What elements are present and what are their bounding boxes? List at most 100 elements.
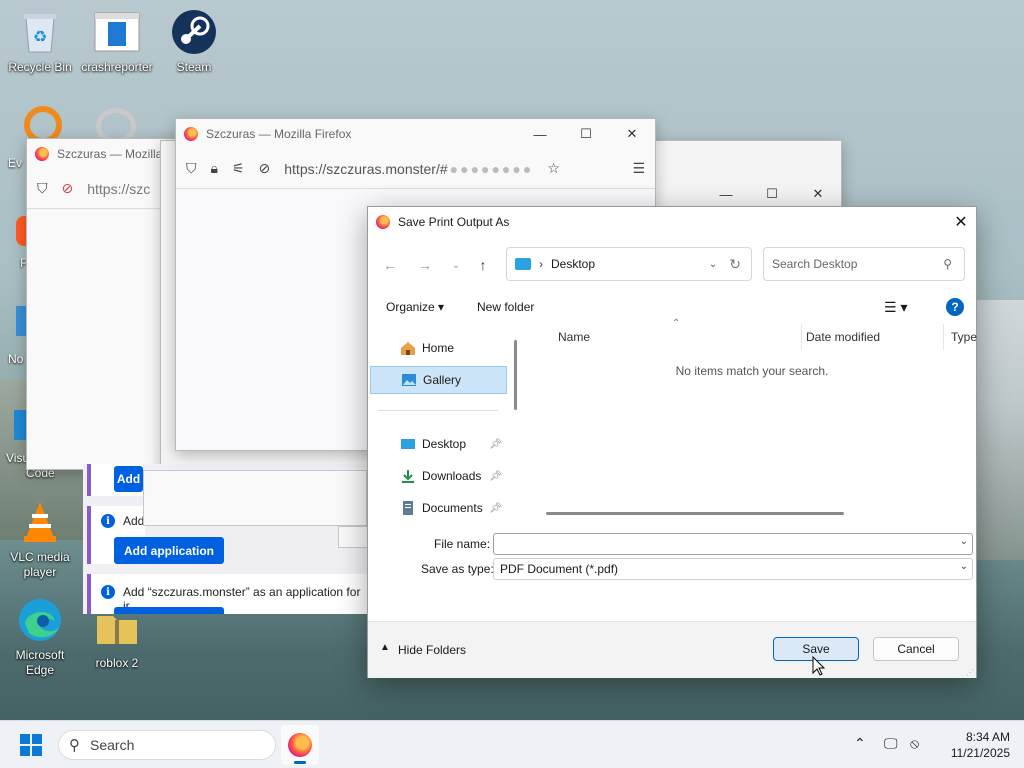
desktop-icon-recycle-bin[interactable]: ♻ Recycle Bin (0, 8, 80, 75)
address-bar[interactable]: › Desktop ⌄ ↻ (506, 247, 752, 281)
lock-icon: 🔒︎ (210, 160, 218, 176)
save-type-select[interactable]: PDF Document (*.pdf) ⌄ (493, 558, 973, 580)
firefox-window-back[interactable]: Szczuras — Mozilla ⛉ ⊘ https://szc (26, 138, 176, 470)
start-button[interactable] (20, 734, 42, 756)
dialog-footer: ▲ Hide Folders Save Cancel ⋰ (368, 621, 976, 678)
steam-icon (170, 8, 218, 56)
nav-item-gallery[interactable]: Gallery (370, 366, 507, 394)
up-arrow-icon[interactable]: ↑ (473, 255, 493, 275)
menu-icon[interactable]: ☰ (632, 160, 645, 177)
save-dialog[interactable]: Save Print Output As ✕ ← → ⌄ ↑ › Desktop… (367, 206, 977, 678)
permissions-icon[interactable]: ⚟ (232, 160, 245, 177)
url-emoji-fragment: ●●●●●●●● (449, 160, 534, 177)
search-icon: ⚲ (69, 737, 80, 754)
window-controls: — ☐ ✕ (517, 119, 655, 149)
address-dropdown-icon[interactable]: ⌄ (709, 259, 717, 270)
address-location[interactable]: Desktop (551, 257, 595, 271)
hide-folders-button[interactable]: Hide Folders (398, 643, 466, 657)
nav-item-home[interactable]: Home (378, 334, 508, 362)
chevron-down-icon[interactable]: ⌄ (960, 561, 968, 572)
back-arrow-icon[interactable]: ← (380, 255, 400, 275)
search-placeholder[interactable]: Search Desktop (772, 257, 857, 271)
autoplay-blocked-icon[interactable]: ⊘ (259, 160, 271, 177)
window-controls: — ☐ ✕ (703, 179, 841, 209)
recycle-bin-icon: ♻ (16, 8, 64, 56)
add-application-button[interactable]: Add application (114, 537, 224, 564)
chevron-down-icon[interactable]: ⌄ (960, 536, 968, 547)
desktop-icon-vlc[interactable]: VLC media player (0, 498, 80, 580)
recent-locations-icon[interactable]: ⌄ (446, 255, 466, 275)
url-bar[interactable]: ⛉ 🔒︎ ⚟ ⊘ https://szczuras.monster/# ●●●●… (176, 149, 655, 189)
nav-item-desktop[interactable]: Desktop 📌︎ (378, 430, 508, 458)
active-indicator (294, 761, 306, 764)
chevron-up-icon[interactable]: ⌃ (854, 735, 866, 752)
bookmark-star-icon[interactable]: ☆ (547, 160, 560, 177)
firefox-icon (376, 215, 390, 229)
stacked-window-edge (143, 470, 367, 526)
pin-icon: 📌︎ (489, 502, 502, 514)
taskbar-firefox[interactable] (281, 725, 319, 765)
close-icon[interactable]: ✕ (946, 207, 976, 237)
search-box[interactable]: Search Desktop ⚲ (763, 247, 965, 281)
forward-arrow-icon[interactable]: → (415, 255, 435, 275)
chevron-up-icon[interactable]: ▲ (380, 642, 390, 653)
search-icon: ⚲ (943, 257, 952, 271)
mouse-cursor-icon (812, 656, 826, 676)
navigation-pane: Home Gallery Desktop 📌︎ Downloads 📌︎ Doc… (368, 324, 517, 524)
column-header-date[interactable]: Date modified (796, 324, 944, 350)
file-name-label: File name: (434, 537, 491, 551)
save-type-label: Save as type: (421, 562, 494, 576)
desktop-folder-icon (515, 258, 531, 270)
desktop-icon-steam[interactable]: Steam (154, 8, 234, 75)
new-folder-button[interactable]: New folder (477, 300, 534, 314)
add-application-button-partial[interactable] (114, 607, 224, 614)
save-type-row: Save as type: PDF Document (*.pdf) ⌄ (368, 558, 976, 580)
file-list: ⌃ Name Date modified Type No items match… (526, 318, 981, 520)
desktop-icon-no-label: No (8, 352, 24, 366)
clock[interactable]: 8:34 AM 11/21/2025 (940, 729, 1010, 761)
close-icon[interactable]: ✕ (795, 179, 841, 209)
desktop-icon-roblox2[interactable]: roblox 2 (77, 604, 157, 671)
dialog-titlebar[interactable]: Save Print Output As ✕ (368, 207, 976, 237)
shield-icon: ⛉ (186, 160, 197, 176)
close-icon[interactable]: ✕ (609, 119, 655, 149)
minimize-icon[interactable]: — (517, 119, 563, 149)
stacked-window-edge-2 (338, 526, 368, 548)
file-name-row: File name: ⌄ (368, 533, 976, 555)
nav-scrollbar[interactable] (514, 340, 517, 410)
url-bar[interactable]: ⛉ ⊘ https://szc (27, 169, 175, 209)
column-header-name[interactable]: Name (548, 324, 802, 350)
url-text[interactable]: https://szczuras.monster/# (284, 161, 447, 177)
minimize-icon[interactable]: — (703, 179, 749, 209)
add-button-partial[interactable]: Add (114, 466, 143, 492)
taskbar-search[interactable]: ⚲ Search (58, 730, 276, 760)
window-titlebar[interactable]: Szczuras — Mozilla (27, 139, 175, 169)
empty-message: No items match your search. (675, 364, 829, 378)
view-options-icon[interactable]: ☰ ▾ (884, 299, 907, 316)
window-titlebar[interactable]: Szczuras — Mozilla Firefox — ☐ ✕ (176, 119, 655, 149)
window-title: Szczuras — Mozilla Firefox (206, 127, 352, 141)
file-name-input[interactable]: ⌄ (493, 533, 973, 555)
help-icon[interactable]: ? (946, 298, 964, 316)
horizontal-scrollbar[interactable] (546, 512, 844, 515)
info-icon: i (101, 585, 115, 599)
maximize-icon[interactable]: ☐ (749, 179, 795, 209)
nav-item-downloads[interactable]: Downloads 📌︎ (378, 462, 508, 490)
desktop-icon-ev-label: Ev (8, 156, 23, 170)
resize-grip-icon[interactable]: ⋰ (966, 668, 974, 677)
column-header-type[interactable]: Type (941, 324, 981, 350)
desktop-icon-crashreporter[interactable]: crashreporter (77, 8, 157, 75)
network-icon[interactable]: 🖵︎ (884, 735, 898, 752)
maximize-icon[interactable]: ☐ (563, 119, 609, 149)
shield-icon: ⛉ (37, 180, 48, 196)
home-icon (401, 342, 415, 355)
desktop-icon-edge[interactable]: Microsoft Edge (0, 596, 80, 678)
downloads-icon (402, 470, 414, 483)
volume-muted-icon[interactable]: ⦸ (910, 735, 919, 752)
refresh-icon[interactable]: ↻ (729, 256, 741, 273)
nav-item-documents[interactable]: Documents 📌︎ (378, 494, 508, 522)
lock-icon: ⊘ (61, 180, 74, 196)
url-text[interactable]: https://szc (87, 181, 150, 197)
organize-button[interactable]: Organize ▾ (386, 300, 444, 314)
cancel-button[interactable]: Cancel (873, 637, 959, 661)
